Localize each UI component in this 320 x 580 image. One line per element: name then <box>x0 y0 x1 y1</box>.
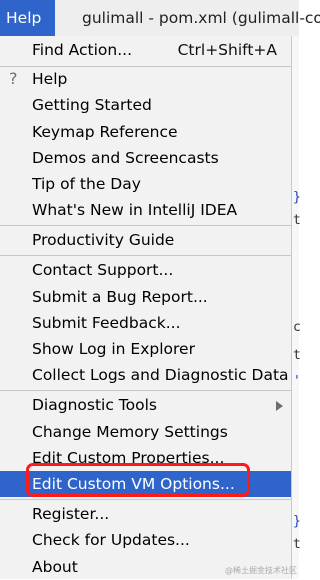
editor-glyph: t <box>293 537 301 552</box>
menu-item-label: Keymap Reference <box>32 123 178 141</box>
menu-item-label: Help <box>32 70 68 88</box>
menubar-help[interactable]: Help <box>0 0 55 36</box>
chevron-right-icon <box>276 401 283 411</box>
window-title: gulimall - pom.xml (gulimall-co <box>82 9 320 27</box>
menu-item-label: Tip of the Day <box>32 175 141 193</box>
menu-item-find-action[interactable]: Find Action... Ctrl+Shift+A <box>0 37 291 63</box>
menu-item-label: Collect Logs and Diagnostic Data <box>32 366 289 384</box>
menu-item-collect-logs[interactable]: Collect Logs and Diagnostic Data <box>0 362 291 388</box>
menu-separator <box>0 390 292 391</box>
editor-glyph: } <box>293 514 301 529</box>
editor-glyph: ' <box>293 374 301 389</box>
menu-item-check-updates[interactable]: Check for Updates... <box>0 527 291 553</box>
menu-item-label: Diagnostic Tools <box>32 396 157 414</box>
menu-item-contact-support[interactable]: Contact Support... <box>0 257 291 283</box>
menu-item-productivity-guide[interactable]: Productivity Guide <box>0 227 291 253</box>
menu-item-label: Contact Support... <box>32 261 174 279</box>
menu-item-tip-of-day[interactable]: Tip of the Day <box>0 171 291 197</box>
menu-item-getting-started[interactable]: Getting Started <box>0 92 291 118</box>
editor-glyph: t <box>293 348 301 363</box>
annotation-highlight-box <box>26 463 250 497</box>
menu-item-demos[interactable]: Demos and Screencasts <box>0 145 291 171</box>
menu-item-label: Check for Updates... <box>32 531 190 549</box>
menu-item-label: Find Action... <box>32 41 133 59</box>
menu-item-label: Show Log in Explorer <box>32 340 195 358</box>
question-mark-icon: ? <box>9 69 18 88</box>
editor-glyph: t <box>293 213 301 228</box>
menu-item-label: Getting Started <box>32 96 152 114</box>
menu-item-label: Demos and Screencasts <box>32 149 219 167</box>
editor-glyph: } <box>293 190 301 205</box>
menu-item-whats-new[interactable]: What's New in IntelliJ IDEA <box>0 197 291 223</box>
menu-item-register[interactable]: Register... <box>0 501 291 527</box>
menu-item-label: Submit Feedback... <box>32 314 181 332</box>
menu-item-help[interactable]: ? Help <box>0 66 291 92</box>
menu-item-label: What's New in IntelliJ IDEA <box>32 201 238 219</box>
menu-item-label: About <box>32 558 78 576</box>
menu-item-keymap-reference[interactable]: Keymap Reference <box>0 119 291 145</box>
menu-item-diagnostic-tools[interactable]: Diagnostic Tools <box>0 392 291 418</box>
menu-item-change-memory[interactable]: Change Memory Settings <box>0 419 291 445</box>
menu-item-label: Change Memory Settings <box>32 423 228 441</box>
editor-background <box>292 36 299 579</box>
menu-item-label: Register... <box>32 505 110 523</box>
menu-separator <box>0 499 292 500</box>
menu-item-label: Productivity Guide <box>32 231 175 249</box>
editor-glyph: c <box>293 320 301 335</box>
menu-separator <box>0 225 292 226</box>
shortcut-label: Ctrl+Shift+A <box>177 41 277 59</box>
watermark: @稀土掘金技术社区 <box>225 566 297 575</box>
menu-item-submit-feedback[interactable]: Submit Feedback... <box>0 310 291 336</box>
menu-item-submit-bug[interactable]: Submit a Bug Report... <box>0 284 291 310</box>
help-menu-popup: Find Action... Ctrl+Shift+A ? Help Getti… <box>0 36 292 579</box>
menu-item-label: Submit a Bug Report... <box>32 288 208 306</box>
menu-item-show-log[interactable]: Show Log in Explorer <box>0 336 291 362</box>
menu-separator <box>0 255 292 256</box>
menubar: Help gulimall - pom.xml (gulimall-co <box>0 0 320 37</box>
